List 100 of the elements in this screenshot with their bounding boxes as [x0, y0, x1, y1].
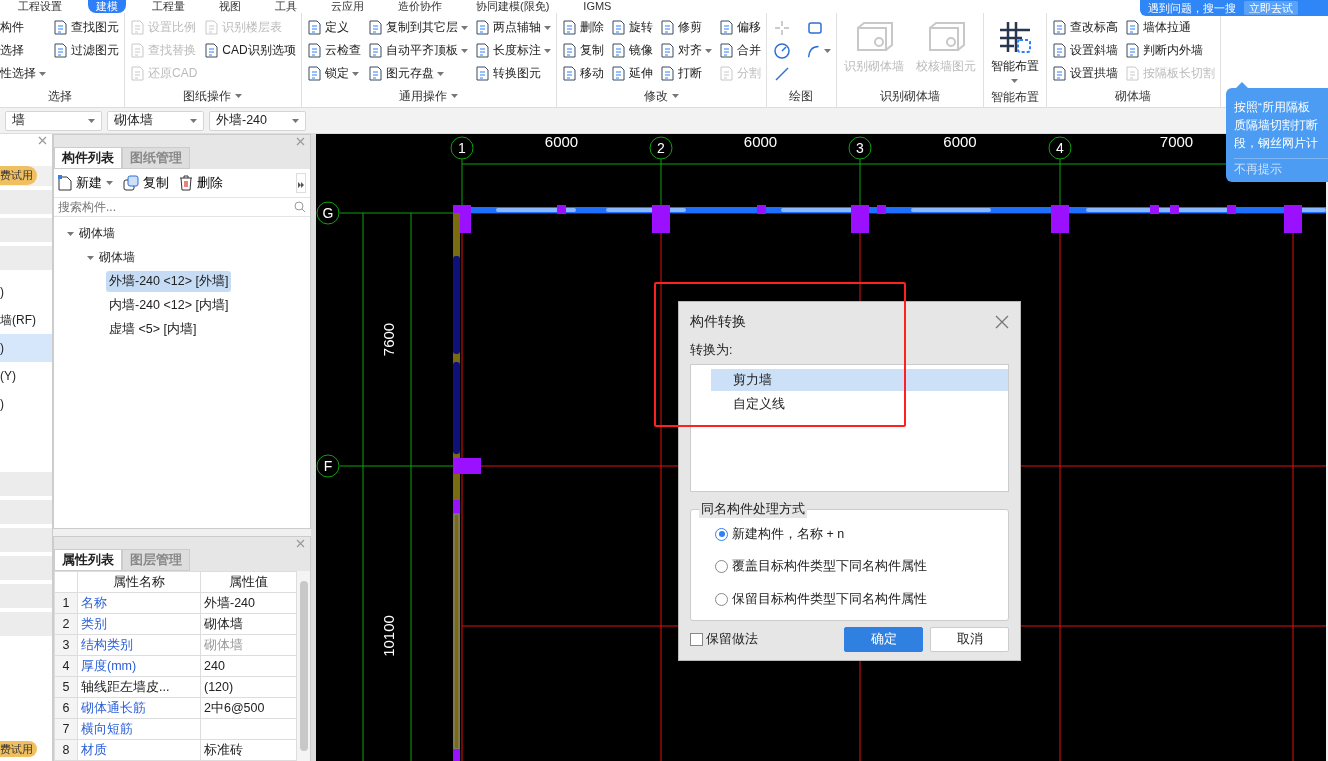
- document-icon: [561, 20, 577, 35]
- ribbon-button[interactable]: 复制: [561, 39, 604, 62]
- toolbar-button[interactable]: 新建: [58, 174, 113, 192]
- ribbon-button[interactable]: 延伸: [610, 62, 653, 85]
- ribbon-button[interactable]: 对齐: [659, 39, 712, 62]
- cancel-button[interactable]: 取消: [930, 627, 1009, 652]
- radio-icon[interactable]: [715, 560, 728, 574]
- more-icon[interactable]: [296, 173, 306, 193]
- document-icon: [53, 43, 68, 58]
- ribbon-button[interactable]: 图元存盘: [367, 62, 468, 85]
- trial-badge[interactable]: 费试用: [0, 166, 37, 185]
- toolbar-button[interactable]: 复制: [123, 174, 169, 192]
- property-value[interactable]: 标准砖: [200, 739, 297, 761]
- property-value[interactable]: 240: [200, 655, 297, 677]
- close-icon[interactable]: [296, 538, 305, 548]
- document-icon: [53, 20, 68, 35]
- menu-tab[interactable]: 协同建模(限免): [468, 0, 558, 13]
- ribbon-button[interactable]: 查找图元: [53, 16, 119, 39]
- list-item[interactable]: 自定义线: [711, 393, 1008, 415]
- ribbon-button[interactable]: 智能布置: [988, 16, 1041, 87]
- property-name: 砌体通长筋: [77, 697, 201, 719]
- list-item[interactable]: ): [0, 278, 52, 306]
- radio-icon[interactable]: [715, 527, 728, 541]
- confirm-button[interactable]: 确定: [844, 627, 923, 652]
- tree-item[interactable]: 外墙-240 <12> [外墙]: [106, 270, 232, 292]
- ribbon-button[interactable]: 偏移: [718, 16, 761, 39]
- radio-option[interactable]: 保留目标构件类型下同名构件属性: [715, 591, 1008, 609]
- ribbon-button[interactable]: 长度标注: [474, 39, 551, 62]
- menu-tab[interactable]: 工具: [267, 0, 305, 13]
- close-icon[interactable]: [38, 135, 47, 145]
- list-item[interactable]: 墙(RF): [0, 306, 52, 334]
- document-icon: [718, 66, 734, 81]
- dropdown[interactable]: 墙: [5, 110, 102, 131]
- list-item[interactable]: ): [0, 390, 52, 418]
- document-icon: [130, 20, 145, 35]
- scrollbar-thumb[interactable]: [299, 581, 308, 751]
- ribbon-button[interactable]: 墙体拉通: [1124, 16, 1215, 39]
- ribbon-button[interactable]: 打断: [659, 62, 712, 85]
- search-field[interactable]: 搜索构件...: [58, 200, 294, 214]
- tree-item[interactable]: 虚墙 <5> [内墙]: [106, 318, 200, 340]
- ribbon-button[interactable]: CAD识别选项: [204, 39, 296, 62]
- menu-tab[interactable]: IGMS: [575, 0, 620, 13]
- property-value[interactable]: (120): [200, 676, 297, 698]
- property-value[interactable]: [200, 718, 297, 740]
- toolbar-button[interactable]: 删除: [179, 174, 223, 192]
- trial-badge[interactable]: 费试用: [0, 741, 37, 757]
- ribbon-button[interactable]: 转换图元: [474, 62, 551, 85]
- ribbon-button[interactable]: 判断内外墙: [1124, 39, 1215, 62]
- menu-tab[interactable]: 视图: [211, 0, 249, 13]
- ribbon-button[interactable]: 旋转: [610, 16, 653, 39]
- ribbon-button[interactable]: 镜像: [610, 39, 653, 62]
- ribbon-button[interactable]: 选择: [0, 39, 46, 62]
- ribbon-button[interactable]: 锁定: [306, 62, 361, 85]
- menu-tab[interactable]: 造价协作: [390, 0, 450, 13]
- ribbon-button[interactable]: 云检查: [306, 39, 361, 62]
- ribbon-button[interactable]: 构件: [0, 16, 46, 39]
- ribbon-button[interactable]: 合并: [718, 39, 761, 62]
- ribbon-button[interactable]: 性选择: [0, 62, 46, 85]
- ribbon-button[interactable]: 设置拱墙: [1051, 62, 1118, 85]
- close-icon[interactable]: [296, 136, 305, 146]
- panel-tab[interactable]: 属性列表: [54, 549, 122, 571]
- tree-item[interactable]: 内墙-240 <12> [内墙]: [106, 294, 232, 316]
- document-icon: [130, 66, 145, 81]
- ribbon-button[interactable]: 定义: [306, 16, 361, 39]
- menu-tab[interactable]: 建模: [88, 0, 126, 13]
- menu-tab[interactable]: 工程量: [144, 0, 193, 13]
- property-name: 横向短筋: [77, 718, 201, 740]
- property-value[interactable]: 2中6@500: [200, 697, 297, 719]
- panel-tab[interactable]: 构件列表: [54, 147, 122, 169]
- ribbon-button[interactable]: 设置斜墙: [1051, 39, 1118, 62]
- list-item[interactable]: ): [0, 334, 52, 362]
- ribbon-button[interactable]: 删除: [561, 16, 604, 39]
- ribbon-button[interactable]: 修剪: [659, 16, 712, 39]
- menu-tab[interactable]: 云应用: [323, 0, 372, 13]
- tree-node[interactable]: 砌体墙: [99, 248, 135, 266]
- caret-icon: [88, 118, 95, 123]
- list-item[interactable]: (Y): [0, 362, 52, 390]
- ribbon-button[interactable]: 两点辅轴: [474, 16, 551, 39]
- radio-option[interactable]: 新建构件，名称 + n: [715, 525, 1008, 543]
- close-icon[interactable]: [995, 315, 1009, 329]
- ribbon-button[interactable]: 查改标高: [1051, 16, 1118, 39]
- dropdown[interactable]: 外墙-240: [209, 110, 306, 131]
- ribbon-button[interactable]: 移动: [561, 62, 604, 85]
- dropdown[interactable]: 砌体墙: [107, 110, 204, 131]
- ribbon-button[interactable]: 复制到其它层: [367, 16, 468, 39]
- property-value[interactable]: 砌体墙: [200, 613, 297, 635]
- checkbox-icon[interactable]: [690, 633, 703, 646]
- list-item[interactable]: 剪力墙: [711, 369, 1008, 391]
- property-name: 名称: [77, 592, 201, 614]
- document-icon: [659, 20, 675, 35]
- property-value[interactable]: 外墙-240: [200, 592, 297, 614]
- dimension-label: 6000: [743, 134, 778, 150]
- radio-icon[interactable]: [715, 593, 728, 607]
- ribbon-button[interactable]: 过滤图元: [53, 39, 119, 62]
- radio-option[interactable]: 覆盖目标构件类型下同名构件属性: [715, 558, 1008, 576]
- menu-tab[interactable]: 工程设置: [10, 0, 70, 13]
- property-name: 轴线距左墙皮...: [77, 676, 201, 698]
- ribbon-button[interactable]: 自动平齐顶板: [367, 39, 468, 62]
- tree-node[interactable]: 砌体墙: [79, 224, 115, 242]
- checkbox-option[interactable]: 保留做法: [690, 631, 758, 648]
